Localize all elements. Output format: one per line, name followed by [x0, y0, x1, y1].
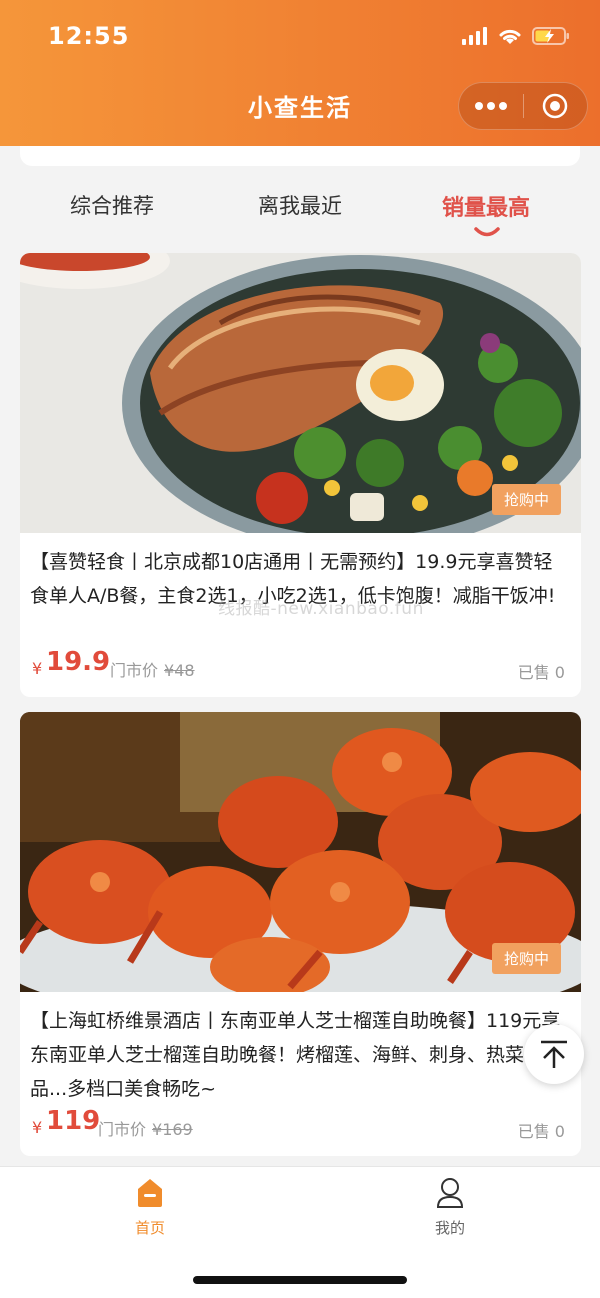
home-icon — [138, 1179, 162, 1207]
product-card[interactable]: 抢购中 【喜赞轻食丨北京成都10店通用丨无需预约】19.9元享喜赞轻食单人A/B… — [20, 253, 581, 697]
price-row: ¥ 119 门市价 ¥169 已售 0 — [20, 1104, 581, 1156]
flash-sale-badge: 抢购中 — [491, 943, 561, 974]
market-price: ¥48 — [164, 661, 195, 680]
wifi-icon — [499, 29, 521, 44]
banner-card-edge — [20, 146, 580, 166]
signal-icon — [462, 27, 487, 45]
market-price-block: 门市价 ¥48 — [110, 657, 195, 681]
tab-mine[interactable]: 我的 — [400, 1177, 500, 1238]
currency-symbol: ¥ — [32, 1118, 43, 1137]
currency-symbol: ¥ — [32, 659, 43, 678]
tab-mine-label: 我的 — [434, 1219, 465, 1237]
product-image[interactable]: 抢购中 — [20, 712, 581, 992]
product-title[interactable]: 【上海虹桥维景酒店丨东南亚单人芝士榴莲自助晚餐】119元享东南亚单人芝士榴莲自助… — [20, 992, 581, 1104]
home-indicator — [193, 1276, 407, 1284]
sort-tabs: 综合推荐 离我最近 销量最高 — [0, 176, 600, 240]
tab-home-label: 首页 — [134, 1219, 165, 1237]
mini-program-capsule — [458, 82, 588, 130]
more-dots-icon — [474, 102, 507, 110]
tab-nearest[interactable]: 离我最近 — [258, 190, 342, 220]
sold-count: 已售 0 — [517, 1122, 565, 1141]
market-price: ¥169 — [152, 1120, 193, 1139]
tab-recommended[interactable]: 综合推荐 — [70, 190, 154, 220]
more-button[interactable] — [459, 83, 523, 129]
market-price-label: 门市价 — [110, 661, 159, 680]
flash-sale-badge: 抢购中 — [491, 484, 561, 515]
battery-charging-icon — [532, 27, 569, 45]
market-price-block: 门市价 ¥169 — [98, 1116, 193, 1140]
target-icon — [543, 93, 568, 119]
arrow-up-icon — [541, 1040, 567, 1068]
status-icons — [462, 26, 570, 46]
active-tab-indicator — [474, 227, 500, 237]
status-time: 12:55 — [48, 22, 130, 50]
user-icon — [436, 1178, 464, 1208]
product-card[interactable]: 抢购中 【上海虹桥维景酒店丨东南亚单人芝士榴莲自助晚餐】119元享东南亚单人芝士… — [20, 712, 581, 1156]
sold-count: 已售 0 — [517, 663, 565, 682]
sale-price: 119 — [46, 1106, 101, 1136]
market-price-label: 门市价 — [98, 1120, 147, 1139]
watermark: 线报酷-new.xianbao.fun — [218, 599, 424, 619]
tab-best-selling[interactable]: 销量最高 — [442, 190, 530, 222]
app-header: 12:55 小查生活 — [0, 0, 600, 146]
close-mini-program-button[interactable] — [524, 83, 588, 129]
sale-price: 19.9 — [46, 647, 111, 677]
product-image[interactable]: 抢购中 — [20, 253, 581, 533]
product-title[interactable]: 【喜赞轻食丨北京成都10店通用丨无需预约】19.9元享喜赞轻食单人A/B餐，主食… — [20, 533, 581, 645]
price-row: ¥ 19.9 门市价 ¥48 已售 0 — [20, 645, 581, 697]
back-to-top-button[interactable] — [524, 1024, 584, 1084]
tab-home[interactable]: 首页 — [100, 1177, 200, 1238]
